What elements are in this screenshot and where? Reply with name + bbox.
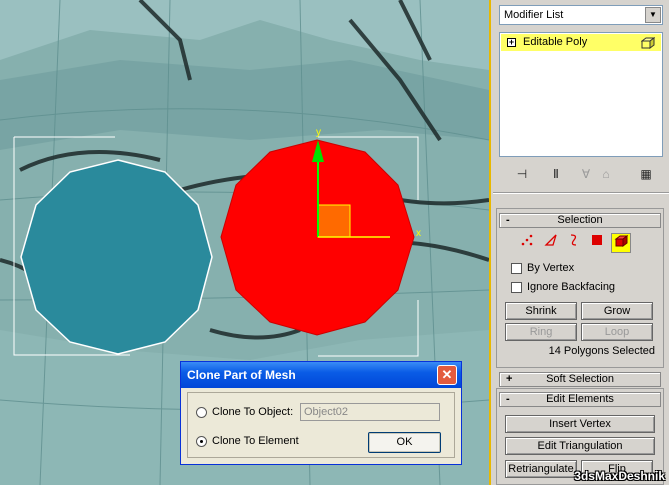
retriangulate-button[interactable]: Retriangulate [505, 460, 577, 478]
edit-elements-rollout-header[interactable]: - Edit Elements [499, 392, 661, 407]
stack-item-label: Editable Poly [523, 36, 588, 48]
checkbox-box[interactable] [511, 263, 522, 274]
configure-modifier-sets-icon[interactable]: ▦ [637, 165, 655, 183]
ignore-backfacing-label: Ignore Backfacing [527, 281, 616, 293]
gizmo-x-label: x [416, 228, 421, 239]
subobject-icons [503, 232, 653, 254]
expand-icon[interactable]: + [507, 38, 516, 47]
close-icon[interactable]: ✕ [437, 365, 457, 385]
soft-selection-title: Soft Selection [546, 373, 614, 385]
stack-item-editable-poly[interactable]: + Editable Poly [501, 34, 661, 51]
edge-icon[interactable] [541, 233, 561, 253]
element-icon[interactable] [611, 233, 631, 253]
border-icon[interactable] [563, 233, 583, 253]
edit-triangulation-button[interactable]: Edit Triangulation [505, 437, 655, 455]
show-end-result-icon[interactable]: Ⅱ [547, 165, 565, 183]
modifier-list-label: Modifier List [504, 9, 564, 21]
make-unique-icon[interactable]: ∀ [577, 165, 595, 183]
radio-dot[interactable] [196, 436, 207, 447]
command-panel: Modifier List ▼ + Editable Poly ⊣ Ⅱ ∀ ⌂ … [489, 0, 669, 485]
chevron-down-icon[interactable]: ▼ [645, 7, 661, 23]
selection-rollout-header[interactable]: - Selection [499, 213, 661, 228]
radio-dot[interactable] [196, 407, 207, 418]
by-vertex-label: By Vertex [527, 262, 575, 274]
clone-to-object-label: Clone To Object: [212, 406, 294, 418]
insert-vertex-button[interactable]: Insert Vertex [505, 415, 655, 433]
grow-button[interactable]: Grow [581, 302, 653, 320]
edit-elements-title: Edit Elements [546, 393, 614, 405]
cube-icon [641, 37, 655, 49]
vertex-icon[interactable] [517, 233, 537, 253]
dialog-titlebar[interactable]: Clone Part of Mesh ✕ [181, 362, 461, 388]
gizmo-y-label: y [316, 127, 321, 138]
checkbox-box[interactable] [511, 282, 522, 293]
soft-selection-rollout-header[interactable]: + Soft Selection [499, 372, 661, 387]
shrink-button[interactable]: Shrink [505, 302, 577, 320]
remove-modifier-icon[interactable]: ⌂ [597, 165, 615, 183]
divider [493, 192, 669, 194]
loop-button[interactable]: Loop [581, 323, 653, 341]
dialog-title: Clone Part of Mesh [187, 368, 296, 382]
stack-tools: ⊣ Ⅱ ∀ ⌂ ▦ [499, 165, 663, 185]
ring-button[interactable]: Ring [505, 323, 577, 341]
clone-to-element-label: Clone To Element [212, 435, 299, 447]
clone-part-of-mesh-dialog: Clone Part of Mesh ✕ Clone To Object: Ob… [180, 361, 462, 465]
selection-status: 14 Polygons Selected [548, 345, 655, 357]
modifier-list-dropdown[interactable]: Modifier List ▼ [499, 5, 663, 25]
polygon-icon[interactable] [587, 233, 607, 253]
ok-button[interactable]: OK [368, 432, 441, 453]
modifier-stack[interactable]: + Editable Poly [499, 32, 663, 157]
selection-title: Selection [557, 214, 603, 226]
pin-stack-icon[interactable]: ⊣ [513, 165, 531, 183]
watermark: 3dsMaxDeshnik [574, 469, 665, 483]
object-name-input[interactable]: Object02 [300, 403, 440, 421]
